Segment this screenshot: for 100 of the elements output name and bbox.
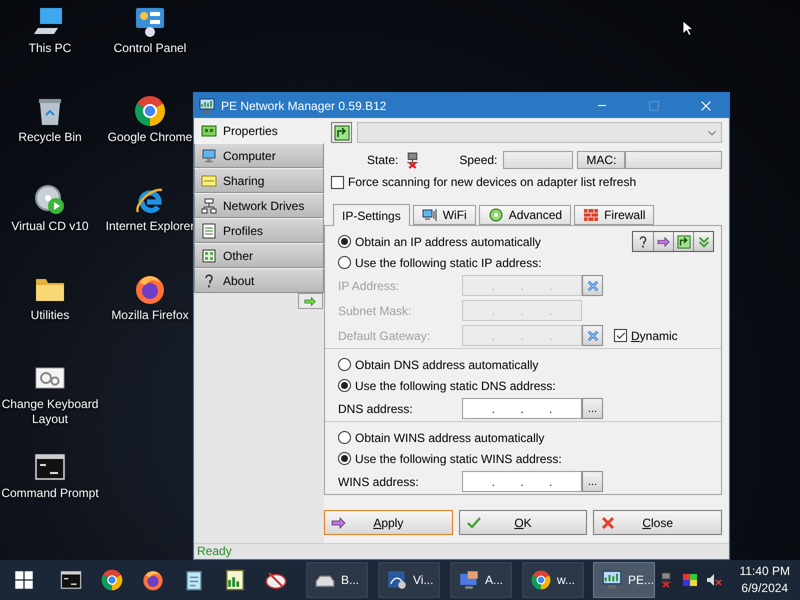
- cross-icon: [586, 328, 600, 342]
- desktop-shortcut[interactable]: This PC: [28, 6, 72, 56]
- taskbar-app-button[interactable]: A...: [450, 562, 512, 598]
- checkmark-icon: [466, 514, 482, 530]
- network-tree-icon: [201, 198, 217, 214]
- radio-circle[interactable]: [338, 235, 351, 248]
- mac-label: MAC:: [577, 151, 626, 169]
- expand-button[interactable]: [298, 293, 323, 309]
- brick-wall-icon: [583, 207, 600, 223]
- taskbar-app-button[interactable]: Vi...: [378, 562, 440, 598]
- disc-icon: [34, 184, 66, 216]
- apply-button[interactable]: [653, 232, 673, 251]
- sidebar-item[interactable]: Properties: [194, 118, 325, 143]
- sidebar-item[interactable]: Computer: [194, 143, 324, 168]
- monitor-grid-icon: [459, 570, 479, 590]
- network-monitor-icon: [199, 98, 215, 114]
- dialog-button[interactable]: OK: [458, 510, 588, 535]
- cross-icon: [586, 278, 600, 292]
- status-bar: Ready: [194, 543, 729, 559]
- field-label: DNS address:: [338, 402, 414, 416]
- desktop-shortcut[interactable]: Utilities: [30, 273, 70, 323]
- control-panel-icon: [134, 6, 166, 38]
- speed-field: [503, 151, 574, 169]
- radio-button[interactable]: Use the following static IP address:: [338, 256, 542, 270]
- desktop-shortcut[interactable]: Google Chrome: [108, 95, 192, 145]
- desktop-shortcut[interactable]: Virtual CD v10: [11, 184, 89, 234]
- field-label: IP Address:: [338, 278, 400, 292]
- desktop-shortcut[interactable]: Mozilla Firefox: [111, 273, 189, 323]
- monitor-icon: [201, 148, 217, 164]
- desktop-shortcut[interactable]: Change Keyboard Layout: [0, 362, 100, 427]
- speed-label: Speed:: [459, 153, 498, 167]
- help-button[interactable]: [633, 232, 653, 251]
- desktop-shortcut[interactable]: Command Prompt: [1, 451, 99, 501]
- ip-address-field[interactable]: . . .: [462, 471, 582, 492]
- terminal-icon: [34, 451, 66, 483]
- radio-button[interactable]: Use the following static DNS address:: [338, 378, 556, 392]
- desktop-shortcut[interactable]: Internet Explorer: [106, 184, 194, 234]
- close-icon: [699, 98, 713, 112]
- chart-document-icon: [224, 569, 246, 591]
- browser-flame-icon: [142, 569, 164, 591]
- clock[interactable]: 11:40 PM 6/9/2024: [728, 563, 800, 597]
- radio-circle[interactable]: [338, 379, 351, 392]
- refresh-button[interactable]: [331, 122, 352, 143]
- share-card-icon: [201, 172, 217, 188]
- setup-icon: [387, 570, 407, 590]
- radio-button[interactable]: Obtain WINS address automatically: [338, 430, 544, 444]
- tab[interactable]: Firewall: [574, 205, 654, 225]
- network-card-icon: [201, 122, 217, 138]
- taskbar-app-button[interactable]: w...: [522, 562, 584, 598]
- arrow-right-icon: [331, 514, 347, 530]
- field-label: Default Gateway:: [338, 328, 432, 342]
- browser-icon: [531, 570, 551, 590]
- sidebar-item[interactable]: Network Drives: [194, 193, 324, 218]
- minimize-icon: [597, 105, 607, 106]
- browser-icon: [134, 95, 166, 127]
- tab[interactable]: IP-Settings: [333, 204, 410, 226]
- checkbox-square[interactable]: [331, 176, 344, 188]
- maximize-icon: [647, 98, 661, 112]
- sidebar-item[interactable]: About: [194, 268, 324, 293]
- arrow-right-icon: [304, 294, 317, 308]
- dialog-button[interactable]: Apply: [324, 510, 453, 535]
- arrow-right-icon: [656, 234, 670, 248]
- color-grid-icon: [682, 572, 698, 588]
- clear-button[interactable]: [582, 275, 603, 296]
- state-label: State:: [367, 153, 398, 167]
- double-chevron-icon: [696, 234, 710, 248]
- radio-button[interactable]: Obtain DNS address automatically: [338, 358, 538, 372]
- checkbox-square[interactable]: [614, 329, 627, 342]
- taskbar-app-button[interactable]: B...: [306, 562, 368, 598]
- browse-button[interactable]: ...: [582, 398, 603, 419]
- ip-address-field[interactable]: . . .: [462, 398, 582, 419]
- browser-flame-icon: [134, 273, 166, 305]
- checkbox[interactable]: Force scanning for new devices on adapter list refresh: [331, 175, 636, 189]
- radio-circle[interactable]: [338, 256, 351, 269]
- grid-icon: [201, 248, 217, 264]
- clear-button[interactable]: [582, 325, 603, 346]
- desktop-shortcut[interactable]: Recycle Bin: [18, 95, 82, 145]
- sidebar-item[interactable]: Sharing: [194, 168, 324, 193]
- desktop-shortcut[interactable]: Control Panel: [114, 6, 186, 56]
- tab[interactable]: Advanced: [478, 205, 572, 225]
- checkbox[interactable]: Dynamic: [614, 328, 678, 342]
- network-monitor-icon: [602, 570, 622, 590]
- taskbar-app-button[interactable]: PE...: [593, 562, 655, 598]
- cross-icon: [600, 514, 616, 530]
- browser-icon: [100, 569, 122, 591]
- sidebar-item[interactable]: Profiles: [194, 218, 324, 243]
- radio-circle[interactable]: [338, 452, 351, 465]
- muted-speaker-icon: [706, 572, 722, 588]
- browse-button[interactable]: ...: [582, 471, 603, 492]
- dialog-button[interactable]: Close: [593, 510, 722, 535]
- radio-circle[interactable]: [338, 431, 351, 444]
- radio-circle[interactable]: [338, 358, 351, 371]
- sidebar-item[interactable]: Other: [194, 243, 324, 268]
- tab[interactable]: WiFi: [412, 205, 476, 225]
- refresh-button[interactable]: [673, 232, 693, 251]
- radio-button[interactable]: Use the following static WINS address:: [338, 452, 562, 466]
- radio-button[interactable]: Obtain an IP address automatically: [338, 234, 541, 248]
- start-icon: [14, 570, 34, 590]
- list-document-icon: [201, 222, 217, 238]
- window-title: PE Network Manager 0.59.B12: [221, 98, 388, 112]
